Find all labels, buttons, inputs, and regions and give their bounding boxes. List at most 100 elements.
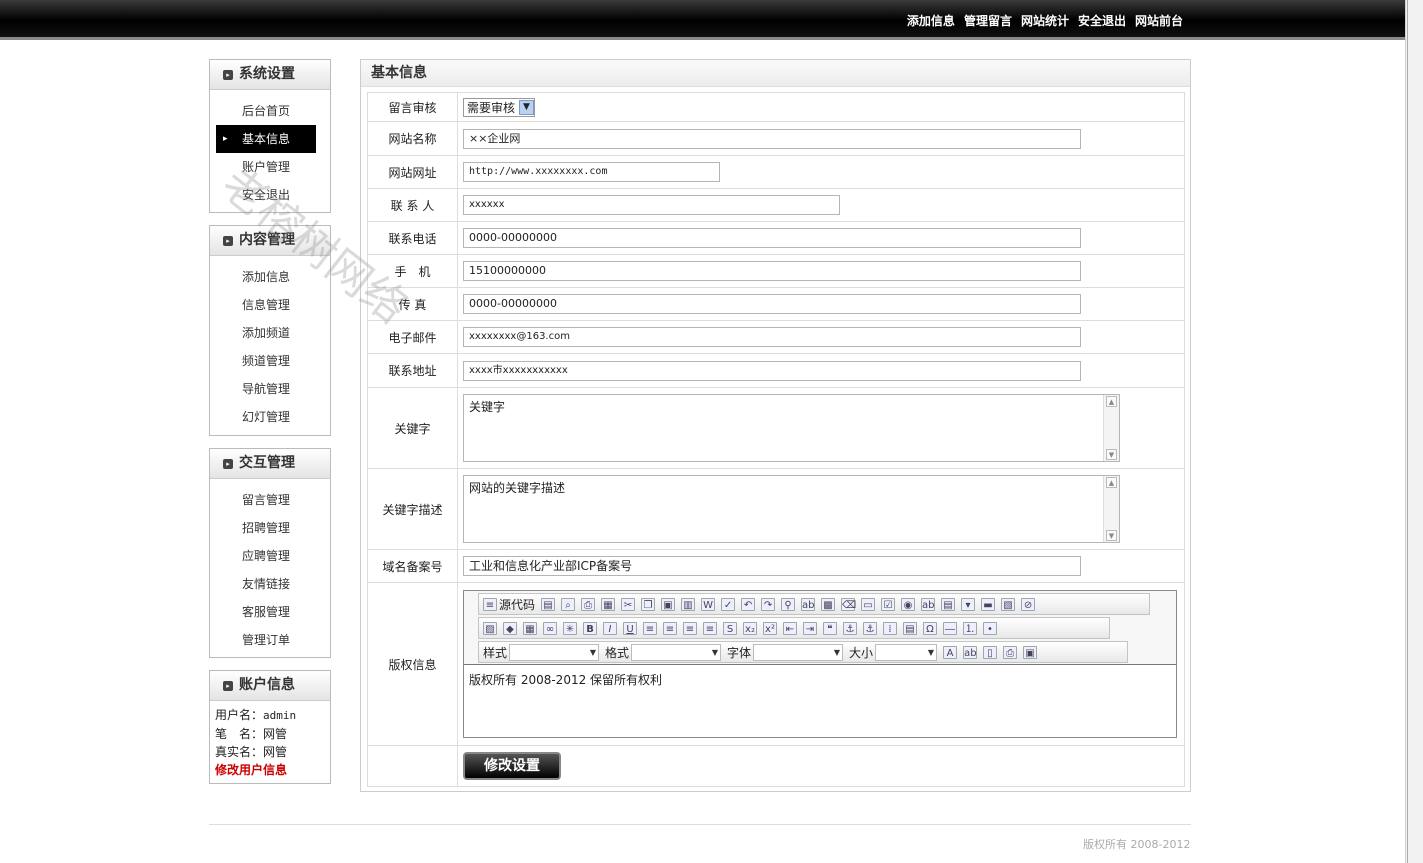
sidebar-item-message-manage[interactable]: 留言管理 [216,486,316,514]
table-icon[interactable]: ▦ [523,621,537,635]
align-left-icon[interactable]: ≡ [643,621,657,635]
underline-icon[interactable]: U [623,621,637,635]
format-dropdown[interactable]: 格式 ▼ [605,643,722,661]
paste-icon[interactable]: ▣ [661,597,676,611]
chevron-down-icon[interactable]: ▼ [1106,530,1117,541]
sidebar-item-nav-manage[interactable]: 导航管理 [216,375,316,403]
sidebar-item-home[interactable]: 后台首页 [216,97,316,125]
sidebar-item-basic-info[interactable]: 基本信息 [216,125,316,153]
textarea-icon[interactable]: ▤ [941,597,956,611]
link-icon[interactable]: ∞ [543,621,557,635]
text-color-icon[interactable]: A [943,645,958,659]
copy-icon[interactable]: ❐ [641,597,656,611]
anchor-link-icon[interactable]: ⚓ [843,621,857,635]
nav-site-front[interactable]: 网站前台 [1135,12,1183,29]
window-scrollbar[interactable] [1405,0,1423,863]
icp-input[interactable]: 工业和信息化产业部ICP备案号 [463,556,1081,576]
page-break-icon[interactable]: ⁞ [883,621,897,635]
sidebar-item-service-manage[interactable]: 客服管理 [216,598,316,626]
textarea-scrollbar[interactable]: ▲ ▼ [1103,476,1119,542]
paste-plain-icon[interactable]: ▤ [903,621,917,635]
spellcheck-icon[interactable]: ✓ [721,597,736,611]
review-select[interactable]: 需要审核 ▼ [463,97,536,117]
image-button-icon[interactable]: ▧ [1001,597,1016,611]
blockquote-icon[interactable]: ❝ [823,621,837,635]
replace-icon[interactable]: ab [801,597,816,611]
nav-site-stats[interactable]: 网站统计 [1021,12,1069,29]
sidebar-item-channel-manage[interactable]: 频道管理 [216,347,316,375]
source-code-button[interactable]: ≡ 源代码 [483,596,535,613]
strike-icon[interactable]: S [723,621,737,635]
chevron-up-icon[interactable]: ▲ [1106,477,1117,488]
subscript-icon[interactable]: x₂ [743,621,757,635]
style-dropdown[interactable]: 样式 ▼ [483,643,600,661]
checkbox-icon[interactable]: ☑ [881,597,896,611]
edit-user-info-link[interactable]: 修改用户信息 [215,761,330,779]
redo-icon[interactable]: ↷ [761,597,776,611]
print-preview-icon[interactable]: ⎙ [581,597,596,611]
phone-input[interactable]: 0000-00000000 [463,228,1081,248]
address-input[interactable]: xxxx市xxxxxxxxxxx [463,360,1081,381]
special-char-icon[interactable]: Ω [923,621,937,635]
sidebar-item-recruit-manage[interactable]: 招聘管理 [216,514,316,542]
sidebar-item-slide-manage[interactable]: 幻灯管理 [216,403,316,431]
email-input[interactable]: xxxxxxxx@163.com [463,327,1081,347]
align-justify-icon[interactable]: ≡ [703,621,717,635]
editor-content-area[interactable]: 版权所有 2008-2012 保留所有权利 [464,664,1176,737]
select-all-icon[interactable]: ▩ [821,597,836,611]
unlink-icon[interactable]: ✳ [563,621,577,635]
sidebar-item-add-channel[interactable]: 添加频道 [216,319,316,347]
align-right-icon[interactable]: ≡ [683,621,697,635]
italic-icon[interactable]: I [603,621,617,635]
nav-manage-messages[interactable]: 管理留言 [964,12,1012,29]
sidebar-item-info-manage[interactable]: 信息管理 [216,291,316,319]
template-icon[interactable]: ▦ [601,597,616,611]
sitename-input[interactable]: ××企业网 [463,128,1081,149]
print-icon[interactable]: ⎙ [1003,645,1018,659]
new-page-icon[interactable]: ▯ [983,645,998,659]
form-icon[interactable]: ▭ [861,597,876,611]
mobile-input[interactable]: 15100000000 [463,261,1081,281]
bold-icon[interactable]: B [583,621,597,635]
cut-icon[interactable]: ✂ [621,597,636,611]
find-icon[interactable]: ⚲ [781,597,796,611]
description-textarea[interactable]: 网站的关键字描述 ▲ ▼ [463,475,1120,543]
textarea-scrollbar[interactable]: ▲ ▼ [1103,395,1119,461]
bullet-list-icon[interactable]: • [983,621,997,635]
numbered-list-icon[interactable]: ⒈ [963,621,977,635]
align-center-icon[interactable]: ≡ [663,621,677,635]
nav-add-info[interactable]: 添加信息 [907,12,955,29]
sidebar-item-accounts[interactable]: 账户管理 [216,153,316,181]
flash-icon[interactable]: ◆ [503,621,517,635]
horizontal-rule-icon[interactable]: ― [943,621,957,635]
preview-icon[interactable]: ⌕ [561,597,576,611]
save-icon[interactable]: ▣ [1023,645,1038,659]
paste-text-icon[interactable]: ▥ [681,597,696,611]
sidebar-item-order-manage[interactable]: 管理订单 [216,626,316,654]
sidebar-item-logout[interactable]: 安全退出 [216,181,316,209]
sidebar-item-apply-manage[interactable]: 应聘管理 [216,542,316,570]
chevron-up-icon[interactable]: ▲ [1106,396,1117,407]
select-field-icon[interactable]: ▾ [961,597,976,611]
paste-word-icon[interactable]: W [701,597,716,611]
nav-logout[interactable]: 安全退出 [1078,12,1126,29]
outdent-icon[interactable]: ⇤ [783,621,797,635]
siteurl-input[interactable]: http://www.xxxxxxxx.com [463,162,720,182]
eraser-icon[interactable]: ⌫ [841,597,856,611]
chevron-down-icon[interactable]: ▼ [1106,449,1117,460]
anchor-icon[interactable]: ⚓ [863,621,877,635]
submit-settings-button[interactable]: 修改设置 [463,752,561,780]
image-icon[interactable]: ▨ [483,621,497,635]
textfield-icon[interactable]: ab [921,597,936,611]
font-dropdown[interactable]: 字体 ▼ [727,643,844,661]
save-doc-icon[interactable]: ▤ [541,597,556,611]
contact-input[interactable]: xxxxxx [463,195,840,215]
keywords-textarea[interactable]: 关键字 ▲ ▼ [463,394,1120,462]
bg-color-icon[interactable]: ab [963,645,978,659]
superscript-icon[interactable]: x² [763,621,777,635]
sidebar-item-add-info[interactable]: 添加信息 [216,263,316,291]
button-field-icon[interactable]: ▬ [981,597,996,611]
hidden-field-icon[interactable]: ⊘ [1021,597,1036,611]
size-dropdown[interactable]: 大小 ▼ [849,643,938,661]
fax-input[interactable]: 0000-00000000 [463,294,1081,314]
